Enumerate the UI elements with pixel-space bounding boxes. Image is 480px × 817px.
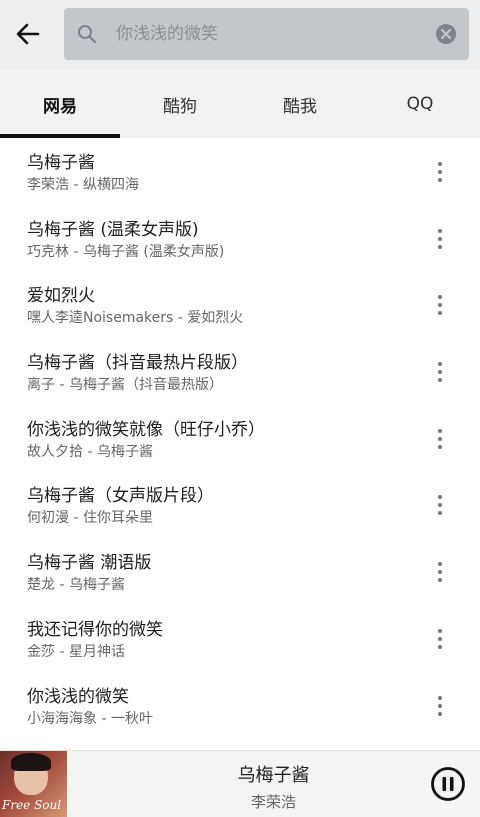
song-subtitle: 嘿人李逵Noisemakers - 爱如烈火 bbox=[27, 310, 244, 327]
song-row[interactable]: 乌梅子酱 (温柔女声版) 巧克林 - 乌梅子酱 (温柔女声版) bbox=[0, 205, 480, 272]
now-playing-artist: 李荣浩 bbox=[250, 793, 296, 811]
song-subtitle: 何初漫 - 住你耳朵里 bbox=[27, 510, 153, 527]
back-button[interactable] bbox=[8, 14, 48, 54]
album-cover[interactable]: Free Soul bbox=[0, 751, 67, 817]
song-subtitle: 离子 - 乌梅子酱（抖音最热版） bbox=[27, 377, 223, 394]
more-vertical-icon[interactable] bbox=[428, 694, 452, 718]
song-subtitle: 楚龙 - 乌梅子酱 bbox=[27, 577, 125, 594]
song-row[interactable]: 爱如烈火 嘿人李逵Noisemakers - 爱如烈火 bbox=[0, 271, 480, 338]
more-vertical-icon[interactable] bbox=[428, 160, 452, 184]
song-title: 乌梅子酱 (温柔女声版) bbox=[27, 219, 199, 240]
song-row[interactable]: 你浅浅的微笑就像（旺仔小乔） 故人夕拾 - 乌梅子酱 bbox=[0, 405, 480, 472]
song-row[interactable]: 乌梅子酱 潮语版 楚龙 - 乌梅子酱 bbox=[0, 538, 480, 605]
song-subtitle: 小海海海象 - 一秋叶 bbox=[27, 710, 153, 727]
song-title: 乌梅子酱 bbox=[27, 153, 95, 173]
search-box bbox=[64, 8, 469, 60]
song-title: 你浅浅的微笑 bbox=[27, 686, 129, 707]
song-row[interactable]: 你浅浅的微笑 小海海海象 - 一秋叶 bbox=[0, 672, 480, 739]
song-title: 乌梅子酱（女声版片段） bbox=[27, 486, 214, 507]
now-playing-title: 乌梅子酱 bbox=[237, 765, 310, 786]
song-row[interactable]: 我还记得你的微笑 金莎 - 星月神话 bbox=[0, 605, 480, 672]
cover-artwork-hair bbox=[11, 753, 51, 771]
song-subtitle: 巧克林 - 乌梅子酱 (温柔女声版) bbox=[27, 243, 225, 260]
more-vertical-icon[interactable] bbox=[428, 293, 452, 317]
song-row[interactable]: 乌梅子酱（抖音最热片段版） 离子 - 乌梅子酱（抖音最热版） bbox=[0, 338, 480, 405]
song-title: 乌梅子酱 潮语版 bbox=[27, 553, 152, 574]
tab-netease[interactable]: 网易 bbox=[0, 70, 120, 138]
more-vertical-icon[interactable] bbox=[428, 560, 452, 584]
song-title: 爱如烈火 bbox=[27, 286, 95, 307]
tab-qq[interactable]: QQ bbox=[360, 70, 480, 138]
source-tabs: 网易 酷狗 酷我 QQ bbox=[0, 70, 480, 138]
more-vertical-icon[interactable] bbox=[428, 227, 452, 251]
mini-player[interactable]: Free Soul 乌梅子酱 李荣浩 bbox=[0, 750, 480, 817]
song-row[interactable]: 乌梅子酱 李荣浩 - 纵横四海 bbox=[0, 138, 480, 205]
top-bar bbox=[0, 0, 480, 70]
tab-kugou[interactable]: 酷狗 bbox=[120, 70, 240, 138]
song-subtitle: 金莎 - 星月神话 bbox=[27, 643, 125, 660]
song-title: 我还记得你的微笑 bbox=[27, 619, 163, 640]
more-vertical-icon[interactable] bbox=[428, 360, 452, 384]
song-row[interactable]: 乌梅子酱（女声版片段） 何初漫 - 住你耳朵里 bbox=[0, 471, 480, 538]
more-vertical-icon[interactable] bbox=[428, 493, 452, 517]
song-title: 乌梅子酱（抖音最热片段版） bbox=[27, 353, 248, 374]
more-vertical-icon[interactable] bbox=[428, 627, 452, 651]
pause-icon[interactable] bbox=[430, 766, 466, 802]
tab-kuwo[interactable]: 酷我 bbox=[240, 70, 360, 138]
song-title: 你浅浅的微笑就像（旺仔小乔） bbox=[27, 419, 265, 440]
cover-logo: Free Soul bbox=[2, 798, 62, 812]
search-input[interactable] bbox=[116, 16, 426, 52]
clear-icon[interactable] bbox=[435, 23, 457, 45]
song-list: 乌梅子酱 李荣浩 - 纵横四海 乌梅子酱 (温柔女声版) 巧克林 - 乌梅子酱 … bbox=[0, 138, 480, 750]
song-subtitle: 李荣浩 - 纵横四海 bbox=[27, 177, 139, 193]
arrow-left-icon bbox=[16, 23, 40, 45]
more-vertical-icon[interactable] bbox=[428, 427, 452, 451]
song-subtitle: 故人夕拾 - 乌梅子酱 bbox=[27, 443, 153, 460]
search-icon bbox=[78, 25, 97, 44]
